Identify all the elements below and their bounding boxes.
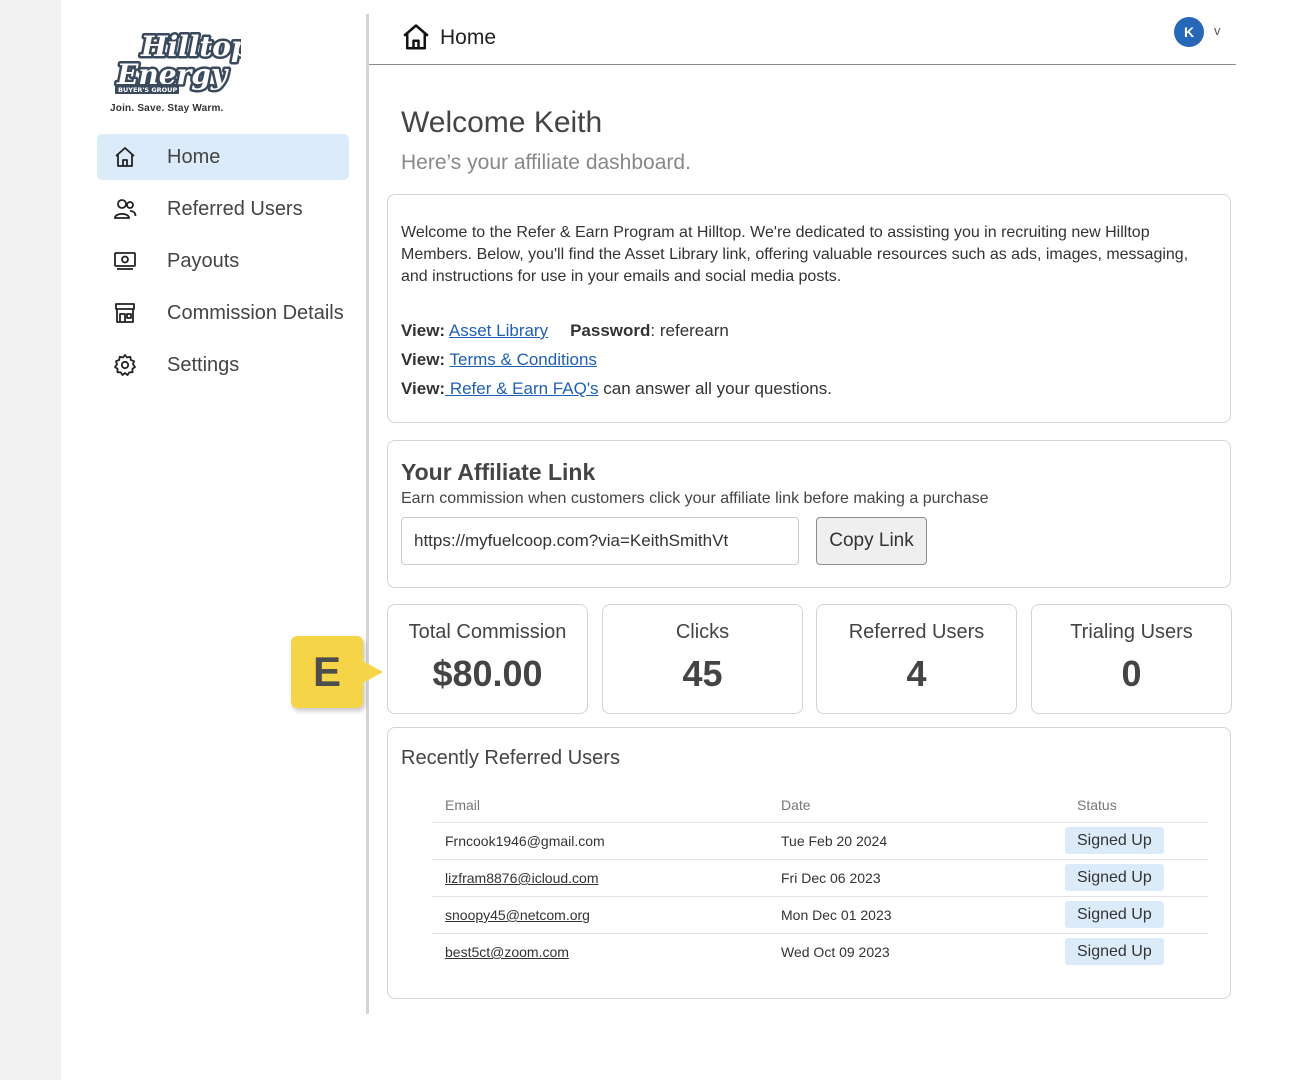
table-row: lizfram8876@icloud.com Fri Dec 06 2023 S…: [432, 860, 1208, 897]
status-badge: Signed Up: [1065, 901, 1164, 928]
affiliate-link-title: Your Affiliate Link: [401, 459, 596, 485]
avatar[interactable]: K: [1174, 17, 1204, 47]
view-label: View:: [401, 321, 446, 340]
referral-date: Tue Feb 20 2024: [781, 833, 888, 849]
logo-ribbon-text: BUYER'S GROUP: [118, 86, 177, 94]
stat-value: $80.00: [432, 653, 543, 694]
money-icon: [113, 249, 137, 273]
copy-link-button[interactable]: Copy Link: [816, 517, 927, 565]
referral-email[interactable]: lizfram8876@icloud.com: [445, 870, 599, 886]
stat-label: Clicks: [675, 621, 730, 643]
callout-arrow: [361, 660, 383, 684]
column-header-date: Date: [781, 797, 811, 813]
asset-library-link[interactable]: Asset Library: [449, 321, 548, 340]
referral-email[interactable]: Frncook1946@gmail.com: [445, 833, 605, 849]
table-row: best5ct@zoom.com Wed Oct 09 2023 Signed …: [432, 934, 1208, 970]
sidebar-item-label: Payouts: [167, 249, 240, 272]
intro-text: Welcome to the Refer & Earn Program at H…: [401, 224, 1189, 285]
sidebar-item-payouts[interactable]: Payouts: [97, 238, 349, 284]
referral-date: Mon Dec 01 2023: [781, 907, 892, 923]
status-badge: Signed Up: [1065, 827, 1164, 854]
terms-conditions-link[interactable]: Terms & Conditions: [450, 350, 597, 369]
referral-date: Wed Oct 09 2023: [781, 944, 890, 960]
intro-card: Welcome to the Refer & Earn Program at H…: [387, 194, 1231, 423]
stat-label: Trialing Users: [1070, 621, 1193, 643]
table-header: Email Date Status: [432, 788, 1208, 823]
table-row: Frncook1946@gmail.com Tue Feb 20 2024 Si…: [432, 823, 1208, 860]
asset-library-line: View: Asset Library Password: referearn: [401, 321, 729, 341]
welcome-heading: Welcome Keith: [401, 106, 603, 139]
stat-total-commission: Total Commission $80.00: [387, 604, 588, 714]
referral-email[interactable]: snoopy45@netcom.org: [445, 907, 590, 923]
recent-referrals-table: Email Date Status Frncook1946@gmail.com …: [432, 788, 1208, 970]
sidebar: Hilltop Energy BUYER'S GROUP Join. Save.…: [97, 0, 367, 1015]
referral-date: Fri Dec 06 2023: [781, 870, 881, 886]
stat-value: 0: [1121, 653, 1142, 694]
store-icon: [113, 301, 137, 325]
table-row: snoopy45@netcom.org Mon Dec 01 2023 Sign…: [432, 897, 1208, 934]
recent-referrals-card: Recently Referred Users Email Date Statu…: [387, 727, 1231, 999]
callout-marker: E: [291, 636, 363, 708]
faq-suffix: can answer all your questions.: [598, 379, 832, 398]
email-cell: best5ct@zoom.com: [445, 934, 569, 970]
column-header-email: Email: [445, 797, 481, 813]
view-label: View:: [401, 379, 446, 398]
page-title: Home: [440, 26, 497, 49]
stat-value: 4: [906, 653, 927, 694]
affiliate-link-card: Your Affiliate Link Earn commission when…: [387, 440, 1231, 588]
sidebar-divider: [366, 14, 369, 1014]
stat-referred-users: Referred Users 4: [816, 604, 1017, 714]
home-icon[interactable]: [401, 22, 431, 52]
password-label: Password: [570, 321, 651, 340]
sidebar-item-label: Commission Details: [167, 301, 344, 324]
page: Hilltop Energy BUYER'S GROUP Join. Save.…: [61, 0, 1300, 1080]
sidebar-item-referred-users[interactable]: Referred Users: [97, 186, 349, 232]
email-cell: Frncook1946@gmail.com: [445, 823, 605, 859]
affiliate-link-description: Earn commission when customers click you…: [401, 490, 989, 507]
referral-email[interactable]: best5ct@zoom.com: [445, 944, 569, 960]
home-icon: [113, 145, 137, 169]
terms-line: View: Terms & Conditions: [401, 350, 597, 370]
affiliate-link-input[interactable]: [401, 517, 799, 565]
sidebar-item-home[interactable]: Home: [97, 134, 349, 180]
column-header-status: Status: [1077, 797, 1117, 813]
stat-label: Referred Users: [848, 621, 985, 643]
sidebar-item-label: Referred Users: [167, 197, 303, 220]
status-badge: Signed Up: [1065, 938, 1164, 965]
top-bar: Home K v: [369, 14, 1236, 65]
recent-referrals-title: Recently Referred Users: [401, 747, 620, 769]
view-label: View:: [401, 350, 446, 369]
sidebar-item-label: Settings: [167, 353, 240, 376]
sidebar-item-settings[interactable]: Settings: [97, 342, 349, 388]
users-icon: [113, 197, 137, 221]
faq-link[interactable]: Refer & Earn FAQ's: [445, 379, 599, 398]
gear-icon: [113, 353, 137, 377]
stat-label: Total Commission: [408, 621, 567, 643]
password-value: : referearn: [650, 321, 729, 340]
sidebar-item-commission-details[interactable]: Commission Details: [97, 290, 349, 336]
email-cell: snoopy45@netcom.org: [445, 897, 590, 933]
stat-value: 45: [682, 653, 723, 694]
chevron-down-icon[interactable]: v: [1214, 23, 1221, 38]
welcome-subtitle: Here’s your affiliate dashboard.: [401, 151, 691, 174]
stat-clicks: Clicks 45: [602, 604, 803, 714]
brand-tagline: Join. Save. Stay Warm.: [110, 103, 224, 114]
status-badge: Signed Up: [1065, 864, 1164, 891]
faq-line: View: Refer & Earn FAQ's can answer all …: [401, 379, 832, 399]
sidebar-nav: Home Referred Users Payouts Commission D…: [97, 134, 349, 394]
stat-trialing-users: Trialing Users 0: [1031, 604, 1232, 714]
email-cell: lizfram8876@icloud.com: [445, 860, 599, 896]
sidebar-item-label: Home: [167, 145, 221, 168]
